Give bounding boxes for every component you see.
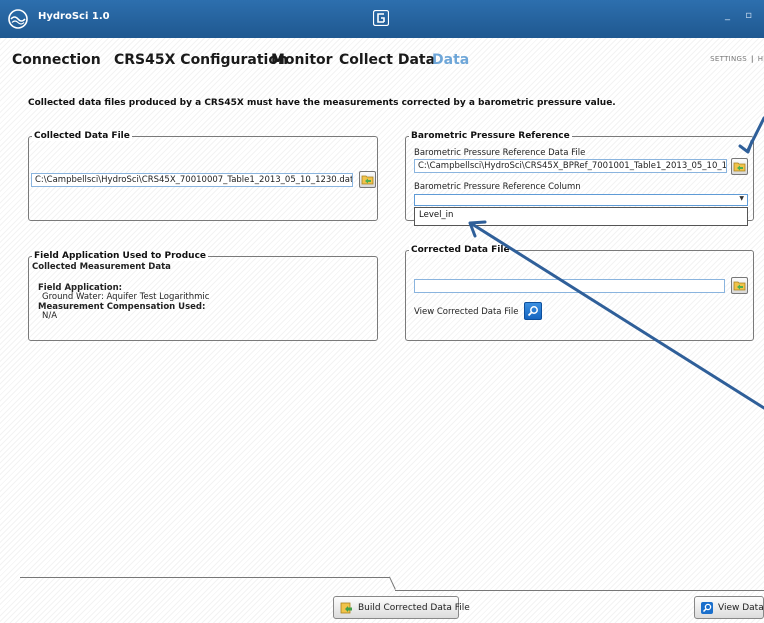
baro-reference-title: Barometric Pressure Reference	[409, 131, 572, 141]
collected-data-file-input[interactable]: C:\Campbellsci\HydroSci\CRS45X_70010007_…	[31, 173, 353, 187]
baro-browse-button[interactable]	[731, 158, 748, 175]
link-separator: |	[751, 55, 754, 63]
baro-column-select[interactable]: ▼	[414, 194, 748, 206]
dropdown-arrow-icon: ▼	[739, 195, 744, 202]
tab-connection[interactable]: Connection	[12, 52, 101, 68]
footer-divider	[20, 577, 390, 578]
view-corrected-button[interactable]	[524, 302, 542, 320]
corrected-data-file-input[interactable]	[414, 279, 725, 293]
hydrosci-logo-icon	[8, 9, 28, 29]
view-corrected-label: View Corrected Data File	[414, 307, 519, 317]
footer-divider-slant	[389, 576, 396, 590]
baro-column-dropdown: Level_in	[414, 207, 748, 226]
title-bar: HydroSci 1.0 _ ▫	[0, 0, 764, 38]
tab-data[interactable]: Data	[432, 52, 469, 68]
measurement-compensation-label: Measurement Compensation Used:	[38, 302, 206, 312]
folder-browse-icon	[733, 162, 746, 172]
measurement-compensation-value: N/A	[42, 311, 58, 321]
baro-file-label: Barometric Pressure Reference Data File	[414, 148, 586, 158]
magnifier-icon	[527, 306, 538, 317]
collected-data-file-title: Collected Data File	[32, 131, 132, 141]
campbell-logo-icon	[373, 10, 389, 26]
field-application-value: Ground Water: Aquifer Test Logarithmic	[42, 292, 210, 302]
view-data-label: View Data	[718, 602, 764, 613]
field-application-subtitle: Collected Measurement Data	[32, 262, 171, 272]
folder-browse-icon	[733, 281, 746, 291]
folder-browse-icon	[361, 175, 374, 185]
corrected-data-file-title: Corrected Data File	[409, 245, 512, 255]
tab-monitor[interactable]: Monitor	[271, 52, 333, 68]
build-corrected-button[interactable]: Build Corrected Data File	[333, 596, 470, 619]
tab-crs45x-configuration[interactable]: CRS45X Configuration	[114, 52, 288, 68]
build-icon	[340, 601, 353, 614]
corrected-data-file-group: Corrected Data File	[405, 245, 754, 341]
baro-file-input[interactable]: C:\Campbellsci\HydroSci\CRS45X_BPRef_700…	[414, 159, 727, 173]
settings-link[interactable]: SETTINGS	[710, 55, 747, 63]
corrected-browse-button[interactable]	[731, 277, 748, 294]
top-links: SETTINGS | HE	[710, 55, 764, 63]
main-nav: Connection CRS45X Configuration Monitor …	[0, 38, 764, 82]
dropdown-option-level-in[interactable]: Level_in	[419, 210, 453, 220]
instruction-text: Collected data files produced by a CRS45…	[28, 98, 616, 108]
window-controls[interactable]: _ ▫	[725, 10, 758, 21]
field-application-title: Field Application Used to Produce	[32, 251, 209, 261]
magnifier-icon	[701, 601, 713, 614]
help-link[interactable]: HE	[758, 55, 764, 63]
collected-browse-button[interactable]	[359, 171, 376, 188]
footer-divider-right	[395, 590, 764, 591]
app-title: HydroSci 1.0	[38, 11, 110, 22]
view-data-button[interactable]: View Data	[694, 596, 764, 619]
tab-collect-data[interactable]: Collect Data	[339, 52, 435, 68]
baro-column-label: Barometric Pressure Reference Column	[414, 182, 581, 192]
build-corrected-label: Build Corrected Data File	[358, 602, 470, 613]
